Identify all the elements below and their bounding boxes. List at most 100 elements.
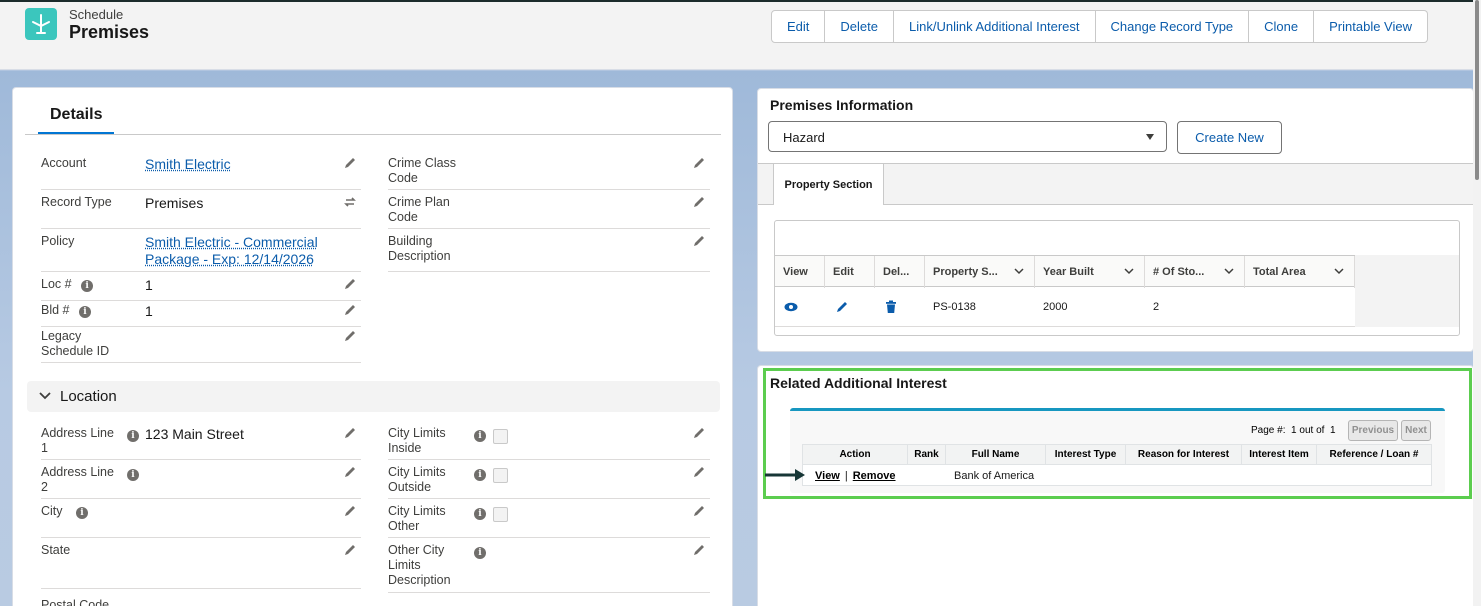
column-header-property-section[interactable]: Property S... bbox=[925, 256, 1035, 288]
pencil-icon[interactable] bbox=[343, 277, 357, 291]
pencil-icon[interactable] bbox=[692, 234, 706, 248]
link-unlink-interest-button[interactable]: Link/Unlink Additional Interest bbox=[893, 10, 1096, 43]
field-record-type: Record Type Premises bbox=[41, 195, 361, 229]
vertical-scrollbar[interactable] bbox=[1473, 0, 1481, 606]
printable-view-button[interactable]: Printable View bbox=[1314, 10, 1428, 43]
field-building-description: Building Description bbox=[388, 234, 710, 272]
table-row: View | Remove bbox=[815, 470, 896, 482]
year-built-value: 2000 bbox=[1043, 301, 1068, 313]
info-icon[interactable]: i bbox=[76, 507, 89, 519]
column-header-view: View bbox=[775, 256, 825, 288]
edit-pencil-icon[interactable] bbox=[835, 287, 849, 327]
column-header-edit: Edit bbox=[825, 256, 875, 288]
pencil-icon[interactable] bbox=[343, 465, 357, 479]
field-crime-class-code: Crime Class Code bbox=[388, 156, 710, 190]
property-section-value: PS-0138 bbox=[933, 301, 976, 313]
chevron-down-icon bbox=[1224, 268, 1234, 275]
field-address-line-1: Address Line 1 i 123 Main Street bbox=[41, 426, 361, 460]
pencil-icon[interactable] bbox=[692, 504, 706, 518]
pencil-icon[interactable] bbox=[692, 195, 706, 209]
pencil-icon[interactable] bbox=[343, 329, 357, 343]
dropdown-caret-icon bbox=[1146, 134, 1154, 140]
tab-details[interactable]: Details bbox=[38, 106, 115, 135]
field-loc: Loc # i 1 bbox=[41, 277, 361, 301]
related-interest-table: Action Rank Full Name Interest Type Reas… bbox=[802, 444, 1432, 486]
table-row: PS-0138 2000 2 bbox=[775, 287, 1355, 327]
field-bld: Bld # i 1 bbox=[41, 303, 361, 327]
grid-empty-area bbox=[1355, 255, 1459, 327]
column-header-delete: Del... bbox=[875, 256, 925, 288]
next-button[interactable]: Next bbox=[1401, 420, 1431, 441]
pencil-icon[interactable] bbox=[343, 303, 357, 317]
scrollbar-thumb[interactable] bbox=[1475, 0, 1479, 180]
column-header-total-area[interactable]: Total Area bbox=[1245, 256, 1355, 288]
field-other-city-limits-description: Other City Limits Description i bbox=[388, 543, 710, 593]
pencil-icon[interactable] bbox=[343, 543, 357, 557]
record-header: Schedule Premises Edit Delete Link/Unlin… bbox=[0, 0, 1481, 70]
account-link[interactable]: Smith Electric bbox=[145, 156, 231, 173]
info-icon[interactable]: i bbox=[474, 469, 486, 481]
column-header-rank: Rank bbox=[908, 445, 946, 465]
pencil-icon[interactable] bbox=[343, 156, 357, 170]
chevron-down-icon bbox=[39, 392, 51, 400]
pencil-icon[interactable] bbox=[692, 426, 706, 440]
create-new-button[interactable]: Create New bbox=[1177, 121, 1282, 154]
pencil-icon[interactable] bbox=[692, 543, 706, 557]
delete-button[interactable]: Delete bbox=[825, 10, 894, 43]
pencil-icon[interactable] bbox=[343, 504, 357, 518]
pencil-icon[interactable] bbox=[692, 465, 706, 479]
clone-button[interactable]: Clone bbox=[1249, 10, 1315, 43]
info-icon[interactable]: i bbox=[78, 306, 91, 318]
page-indicator: Page #: 1 out of 1 bbox=[1251, 425, 1336, 436]
chevron-down-icon bbox=[1014, 268, 1024, 275]
premises-information-title: Premises Information bbox=[770, 97, 914, 113]
stories-value: 2 bbox=[1153, 301, 1160, 313]
field-city: City i bbox=[41, 504, 361, 538]
details-card: Details Account Smith Electric Record Ty… bbox=[12, 87, 733, 606]
field-postal-code: Postal Code bbox=[41, 598, 110, 606]
tab-property-section[interactable]: Property Section bbox=[773, 163, 884, 205]
object-label: Schedule bbox=[69, 7, 124, 22]
view-eye-icon[interactable] bbox=[784, 287, 798, 327]
column-header-reason: Reason for Interest bbox=[1126, 445, 1242, 465]
column-header-interest-type: Interest Type bbox=[1046, 445, 1126, 465]
edit-button[interactable]: Edit bbox=[771, 10, 826, 43]
pencil-icon[interactable] bbox=[692, 156, 706, 170]
location-section-toggle[interactable]: Location bbox=[27, 381, 720, 412]
property-section-grid: View Edit Del... Property S... Year Buil… bbox=[774, 220, 1460, 336]
premises-type-select[interactable]: Hazard bbox=[768, 121, 1167, 152]
field-account: Account Smith Electric bbox=[41, 156, 361, 190]
field-city-limits-other: City Limits Other i bbox=[388, 504, 710, 538]
info-icon[interactable]: i bbox=[474, 547, 486, 559]
city-limits-other-checkbox[interactable] bbox=[493, 507, 508, 522]
column-header-reference: Reference / Loan # bbox=[1317, 445, 1431, 465]
view-link[interactable]: View bbox=[815, 470, 840, 482]
grid-header-row: View Edit Del... Property S... Year Buil… bbox=[775, 255, 1355, 288]
field-city-limits-inside: City Limits Inside i bbox=[388, 426, 710, 460]
info-icon[interactable]: i bbox=[474, 508, 486, 520]
info-icon[interactable]: i bbox=[127, 430, 139, 442]
city-limits-outside-checkbox[interactable] bbox=[493, 468, 508, 483]
city-limits-inside-checkbox[interactable] bbox=[493, 429, 508, 444]
info-icon[interactable]: i bbox=[81, 280, 94, 292]
previous-button[interactable]: Previous bbox=[1348, 420, 1398, 441]
tab-divider bbox=[25, 134, 721, 135]
info-icon[interactable]: i bbox=[474, 430, 486, 442]
pointer-arrow-icon bbox=[765, 469, 805, 481]
pencil-icon[interactable] bbox=[343, 426, 357, 440]
remove-link[interactable]: Remove bbox=[853, 470, 896, 482]
delete-trash-icon[interactable] bbox=[885, 287, 897, 327]
change-record-type-icon[interactable] bbox=[343, 195, 357, 209]
related-interest-title: Related Additional Interest bbox=[770, 375, 947, 391]
column-header-action: Action bbox=[803, 445, 908, 465]
policy-link[interactable]: Smith Electric - Commercial Package - Exp… bbox=[145, 234, 318, 268]
column-header-stories[interactable]: # Of Sto... bbox=[1145, 256, 1245, 288]
field-policy: Policy Smith Electric - Commercial Packag… bbox=[41, 234, 361, 272]
field-city-limits-outside: City Limits Outside i bbox=[388, 465, 710, 499]
info-icon[interactable]: i bbox=[127, 469, 139, 481]
change-record-type-button[interactable]: Change Record Type bbox=[1095, 10, 1250, 43]
field-legacy-schedule-id: Legacy Schedule ID bbox=[41, 329, 361, 363]
column-header-year-built[interactable]: Year Built bbox=[1035, 256, 1145, 288]
field-crime-plan-code: Crime Plan Code bbox=[388, 195, 710, 229]
field-state: State bbox=[41, 543, 361, 589]
